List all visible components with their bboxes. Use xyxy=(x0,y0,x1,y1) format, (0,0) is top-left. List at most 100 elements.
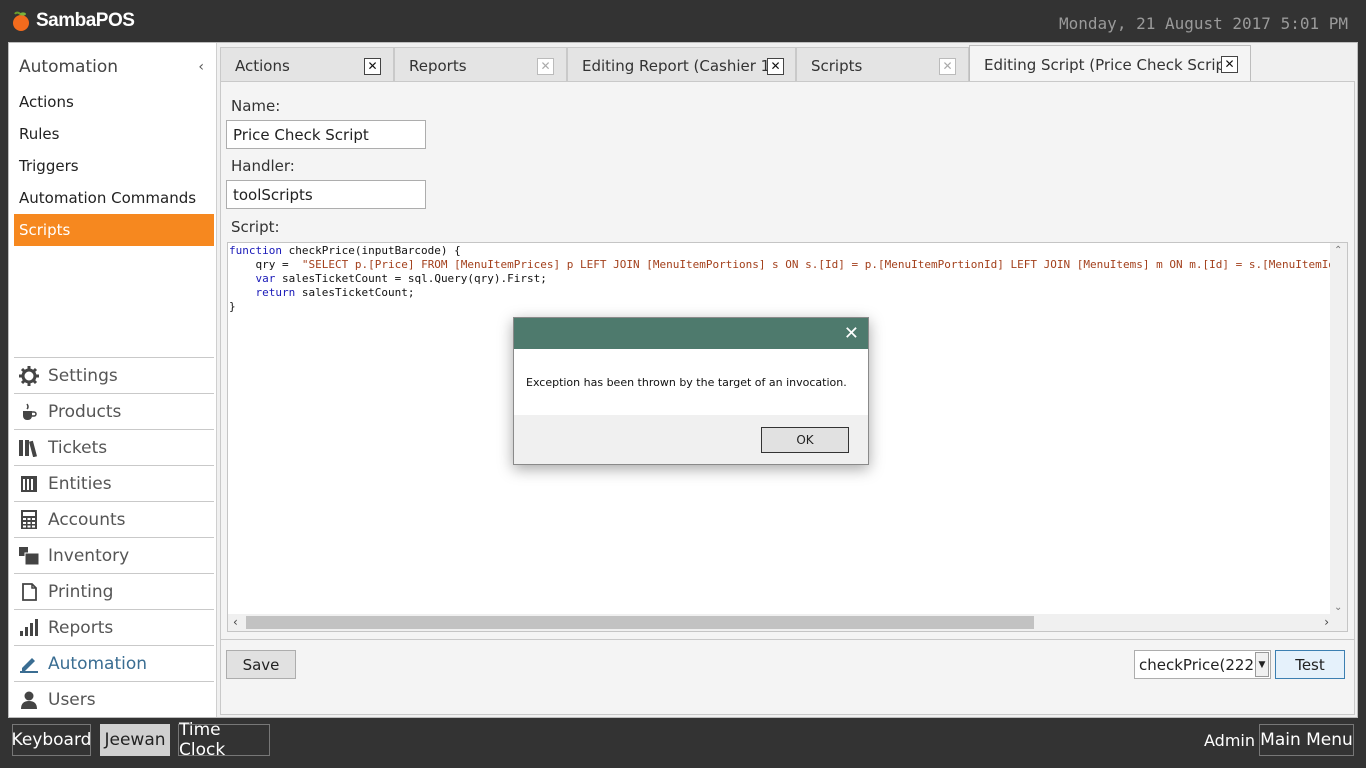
code-line-3: var salesTicketCount = sql.Query(qry).Fi… xyxy=(255,272,547,285)
scroll-right-icon[interactable]: › xyxy=(1324,615,1329,629)
module-label: Automation xyxy=(48,653,148,674)
dialog-message: Exception has been thrown by the target … xyxy=(514,349,868,415)
close-icon[interactable]: ✕ xyxy=(767,58,784,75)
handler-input[interactable]: toolScripts xyxy=(226,180,426,209)
module-printing[interactable]: Printing xyxy=(14,573,214,609)
scroll-thumb[interactable] xyxy=(246,616,1034,629)
sidebar-item-label: Automation Commands xyxy=(19,189,197,207)
main-menu-button[interactable]: Main Menu xyxy=(1259,724,1354,756)
tab-reports[interactable]: Reports ✕ xyxy=(394,47,567,83)
test-expression-select[interactable]: checkPrice(222) ▼ xyxy=(1134,650,1271,679)
module-label: Inventory xyxy=(48,545,130,566)
chevron-left-icon[interactable]: ‹ xyxy=(198,59,204,75)
module-tickets[interactable]: Tickets xyxy=(14,429,214,465)
close-icon[interactable]: ✕ xyxy=(939,58,956,75)
sidebar-item-triggers[interactable]: Triggers xyxy=(14,150,214,182)
sidebar-item-label: Scripts xyxy=(19,221,71,239)
test-expression-value: checkPrice(222) xyxy=(1139,655,1260,674)
name-input[interactable]: Price Check Script xyxy=(226,120,426,149)
admin-label: Admin xyxy=(1204,731,1255,750)
tab-label: Editing Report (Cashier 1) xyxy=(582,56,777,75)
code-line-1: function checkPrice(inputBarcode) { xyxy=(229,244,461,257)
close-icon[interactable]: ✕ xyxy=(537,58,554,75)
module-entities[interactable]: Entities xyxy=(14,465,214,501)
user-button[interactable]: Jeewan xyxy=(100,724,170,756)
bar-chart-icon xyxy=(18,618,40,638)
inventory-icon xyxy=(18,546,40,566)
sidebar-item-rules[interactable]: Rules xyxy=(14,118,214,150)
bottom-bar: Keyboard Jeewan Time Clock Admin Main Me… xyxy=(0,718,1366,768)
sidebar-title: Automation xyxy=(19,57,119,77)
module-list: Settings Products Tickets Entities Accou… xyxy=(14,357,214,717)
module-accounts[interactable]: Accounts xyxy=(14,501,214,537)
sidebar: Automation ‹ Actions Rules Triggers Auto… xyxy=(9,43,217,717)
tab-scripts[interactable]: Scripts ✕ xyxy=(796,47,969,83)
sidebar-nav: Actions Rules Triggers Automation Comman… xyxy=(14,86,214,246)
test-button[interactable]: Test xyxy=(1275,650,1345,679)
scroll-up-icon[interactable]: ⌃ xyxy=(1334,245,1342,256)
close-icon[interactable]: ✕ xyxy=(364,58,381,75)
module-automation[interactable]: Automation xyxy=(14,645,214,681)
sidebar-item-scripts[interactable]: Scripts xyxy=(14,214,214,246)
tab-label: Actions xyxy=(235,56,290,75)
books-icon xyxy=(18,438,40,458)
date-time-display: Monday, 21 August 2017 5:01 PM xyxy=(1059,14,1348,33)
tab-editing-script[interactable]: Editing Script (Price Check Script) ✕ xyxy=(969,45,1251,83)
gear-icon xyxy=(18,365,40,386)
scroll-down-icon[interactable]: ⌄ xyxy=(1334,602,1342,613)
code-line-4: return salesTicketCount; xyxy=(255,286,415,299)
ok-button[interactable]: OK xyxy=(761,427,849,453)
calculator-icon xyxy=(18,510,40,530)
module-reports[interactable]: Reports xyxy=(14,609,214,645)
app-logo: SambaPOS xyxy=(10,10,135,32)
building-icon xyxy=(18,474,40,494)
exception-dialog: ✕ Exception has been thrown by the targe… xyxy=(513,317,869,465)
close-icon[interactable]: ✕ xyxy=(1221,56,1238,73)
close-icon[interactable]: ✕ xyxy=(844,323,859,344)
orange-logo-icon xyxy=(13,11,29,31)
sidebar-item-label: Rules xyxy=(19,125,60,143)
dialog-title-bar: ✕ xyxy=(514,318,868,349)
module-label: Settings xyxy=(48,365,118,386)
tab-editing-report[interactable]: Editing Report (Cashier 1) ✕ xyxy=(567,47,796,83)
vertical-scrollbar[interactable]: ⌃ ⌄ xyxy=(1330,243,1347,615)
document-icon xyxy=(18,582,40,602)
sidebar-item-actions[interactable]: Actions xyxy=(14,86,214,118)
module-settings[interactable]: Settings xyxy=(14,357,214,393)
code-line-2: qry = "SELECT p.[Price] FROM [MenuItemPr… xyxy=(229,258,1335,271)
horizontal-scrollbar[interactable]: ‹ › xyxy=(228,614,1347,631)
sidebar-item-automation-commands[interactable]: Automation Commands xyxy=(14,182,214,214)
name-label: Name: xyxy=(231,97,281,115)
tab-label: Editing Script (Price Check Script) xyxy=(984,55,1237,74)
module-users[interactable]: Users xyxy=(14,681,214,717)
sidebar-header: Automation ‹ xyxy=(9,49,214,85)
top-bar: SambaPOS Monday, 21 August 2017 5:01 PM xyxy=(0,0,1366,42)
module-products[interactable]: Products xyxy=(14,393,214,429)
tab-label: Scripts xyxy=(811,56,863,75)
user-icon xyxy=(18,690,40,710)
coffee-icon xyxy=(18,402,40,422)
save-button[interactable]: Save xyxy=(226,650,296,679)
pencil-icon xyxy=(18,654,40,674)
module-label: Reports xyxy=(48,617,114,638)
document-tabs: Actions ✕ Reports ✕ Editing Report (Cash… xyxy=(220,45,1251,83)
code-line-5: } xyxy=(229,300,236,313)
tab-actions[interactable]: Actions ✕ xyxy=(220,47,394,83)
module-label: Entities xyxy=(48,473,112,494)
sidebar-item-label: Actions xyxy=(19,93,74,111)
divider xyxy=(221,639,1354,640)
tab-label: Reports xyxy=(409,56,467,75)
sidebar-item-label: Triggers xyxy=(19,157,79,175)
module-label: Printing xyxy=(48,581,114,602)
module-label: Accounts xyxy=(48,509,126,530)
chevron-down-icon[interactable]: ▼ xyxy=(1255,652,1269,677)
module-label: Tickets xyxy=(48,437,108,458)
module-label: Users xyxy=(48,689,96,710)
scroll-left-icon[interactable]: ‹ xyxy=(233,615,238,629)
module-inventory[interactable]: Inventory xyxy=(14,537,214,573)
keyboard-button[interactable]: Keyboard xyxy=(12,724,91,756)
code-text[interactable]: function checkPrice(inputBarcode) { qry … xyxy=(229,244,1335,314)
time-clock-button[interactable]: Time Clock xyxy=(178,720,270,760)
module-label: Products xyxy=(48,401,122,422)
handler-label: Handler: xyxy=(231,157,295,175)
